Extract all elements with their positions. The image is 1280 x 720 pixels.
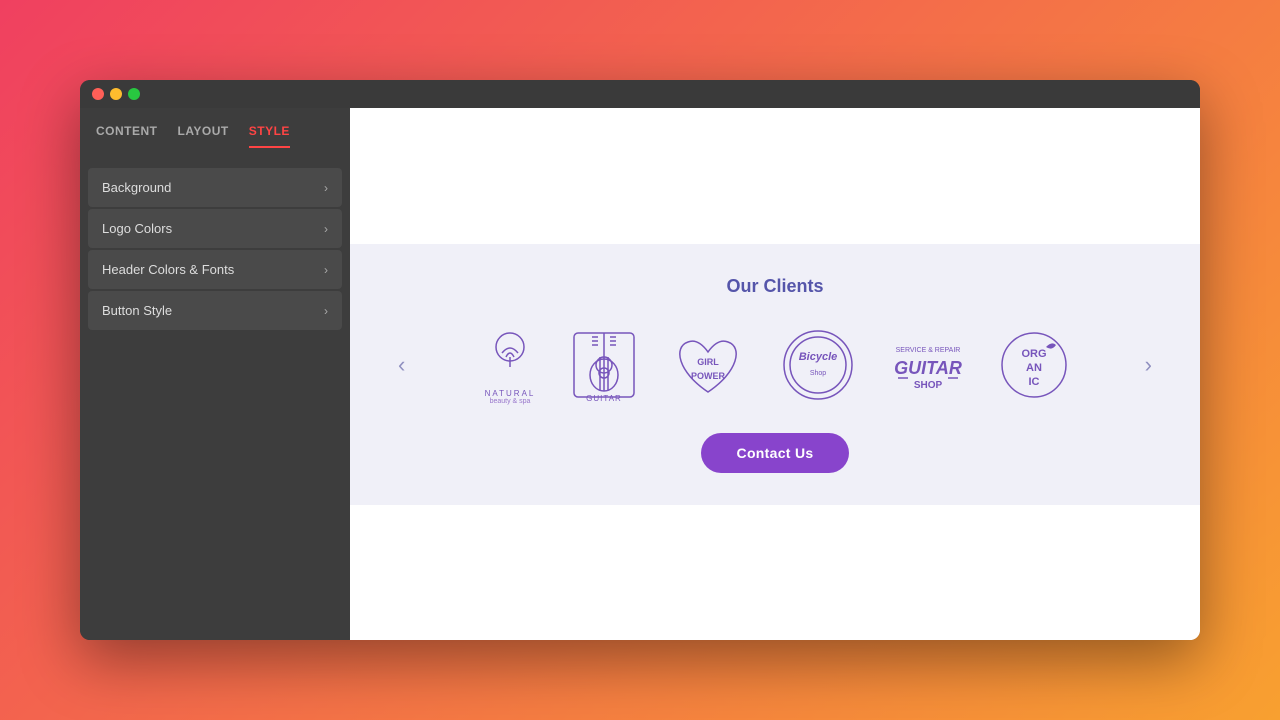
close-button[interactable]	[92, 88, 104, 100]
logo-girl-power: GIRL POWER	[668, 327, 748, 402]
logo-organic: ORG AN IC	[998, 329, 1070, 401]
titlebar	[80, 80, 1200, 108]
svg-text:GIRL: GIRL	[697, 357, 719, 367]
clients-title: Our Clients	[390, 276, 1160, 297]
chevron-right-icon: ›	[324, 263, 328, 277]
sidebar-item-button-style[interactable]: Button Style ›	[88, 291, 342, 330]
svg-text:SERVICE & REPAIR: SERVICE & REPAIR	[896, 347, 961, 354]
top-content-area	[350, 108, 1200, 244]
clients-logos: NATURAL beauty & spa	[413, 325, 1136, 405]
sidebar-item-header-colors[interactable]: Header Colors & Fonts ›	[88, 250, 342, 289]
svg-text:Bicycle: Bicycle	[799, 351, 838, 363]
svg-text:GUITAR: GUITAR	[586, 394, 622, 401]
svg-text:ORG: ORG	[1021, 348, 1046, 360]
carousel-prev-button[interactable]: ‹	[390, 348, 413, 382]
clients-section: Our Clients ‹ NATURAL	[350, 244, 1200, 505]
window-body: CONTENT LAYOUT STYLE Background › Logo C…	[80, 108, 1200, 640]
svg-text:AN: AN	[1026, 362, 1042, 374]
maximize-button[interactable]	[128, 88, 140, 100]
chevron-right-icon: ›	[324, 222, 328, 236]
chevron-right-icon: ›	[324, 304, 328, 318]
svg-text:Shop: Shop	[810, 370, 826, 377]
contact-us-button[interactable]: Contact Us	[701, 433, 850, 473]
svg-text:GUITAR: GUITAR	[894, 358, 962, 378]
contact-button-wrapper: Contact Us	[390, 433, 1160, 473]
sidebar-item-logo-colors-label: Logo Colors	[102, 221, 172, 236]
tab-style[interactable]: STYLE	[249, 124, 290, 148]
sidebar: CONTENT LAYOUT STYLE Background › Logo C…	[80, 108, 350, 640]
logo-guitar-box: GUITAR	[570, 329, 638, 401]
bottom-content-area	[350, 505, 1200, 641]
traffic-lights	[92, 88, 140, 100]
logo-guitar-shop: SERVICE & REPAIR GUITAR SHOP	[888, 330, 968, 400]
chevron-right-icon: ›	[324, 181, 328, 195]
tab-content[interactable]: CONTENT	[96, 124, 158, 148]
logo-bicycle: Bicycle Shop	[778, 327, 858, 402]
minimize-button[interactable]	[110, 88, 122, 100]
natural-brand-name: NATURAL	[485, 389, 536, 398]
tab-layout[interactable]: LAYOUT	[178, 124, 229, 148]
sidebar-items: Background › Logo Colors › Header Colors…	[80, 168, 350, 330]
sidebar-item-background[interactable]: Background ›	[88, 168, 342, 207]
sidebar-item-background-label: Background	[102, 180, 171, 195]
sidebar-tabs: CONTENT LAYOUT STYLE	[80, 108, 350, 148]
svg-text:POWER: POWER	[691, 371, 726, 381]
svg-text:IC: IC	[1029, 376, 1040, 388]
sidebar-item-logo-colors[interactable]: Logo Colors ›	[88, 209, 342, 248]
sidebar-item-header-colors-label: Header Colors & Fonts	[102, 262, 234, 277]
clients-carousel: ‹ NATURAL beauty & spa	[390, 325, 1160, 405]
svg-text:SHOP: SHOP	[914, 380, 943, 391]
sidebar-item-button-style-label: Button Style	[102, 303, 172, 318]
carousel-next-button[interactable]: ›	[1137, 348, 1160, 382]
app-window: CONTENT LAYOUT STYLE Background › Logo C…	[80, 80, 1200, 640]
logo-natural: NATURAL beauty & spa	[480, 325, 540, 405]
main-content: Our Clients ‹ NATURAL	[350, 108, 1200, 640]
